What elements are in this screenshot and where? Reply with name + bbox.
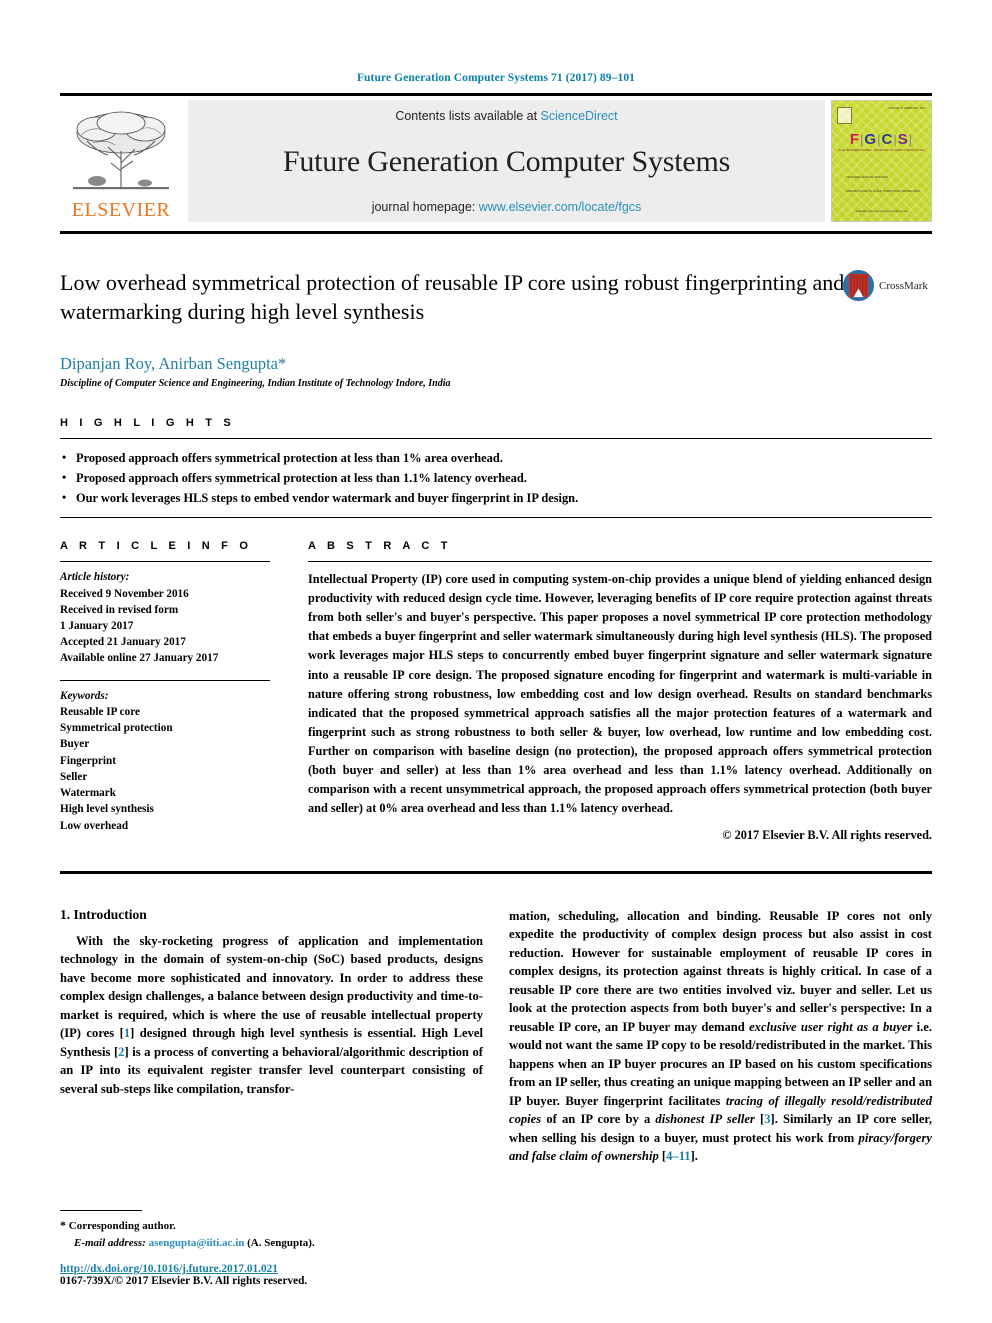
corresponding-author-marker: * — [277, 354, 287, 373]
abstract-heading: A B S T R A C T — [308, 540, 452, 553]
title-block: Low overhead symmetrical protection of r… — [60, 269, 932, 339]
affiliation: Discipline of Computer Science and Engin… — [60, 378, 451, 389]
journal-band: Contents lists available at ScienceDirec… — [188, 100, 825, 222]
email-label: E-mail address: — [74, 1236, 146, 1249]
abstract-rule — [308, 561, 932, 563]
keyword-item: Watermark — [60, 787, 116, 800]
email-link[interactable]: asengupta@iiti.ac.in — [149, 1237, 245, 1249]
page-title: Low overhead symmetrical protection of r… — [60, 270, 845, 324]
cover-top-row: VOLUME 71 FEBRUARY 2017 — [837, 107, 926, 124]
history-item: Available online 27 January 2017 — [60, 652, 219, 665]
contents-line: Contents lists available at ScienceDirec… — [395, 109, 617, 123]
abstract-copyright: © 2017 Elsevier B.V. All rights reserved… — [722, 827, 932, 842]
info-abstract-section: A R T I C L E I N F O Article history: R… — [60, 540, 932, 843]
elsevier-wordmark: ELSEVIER — [71, 199, 171, 221]
journal-masthead: ELSEVIER Contents lists available at Sci… — [60, 100, 932, 222]
homepage-line: journal homepage: www.elsevier.com/locat… — [372, 200, 642, 214]
body-top-rule — [60, 870, 932, 874]
cover-bottom-text: Available online at www.sciencedirect.co… — [855, 208, 908, 213]
article-info-column: A R T I C L E I N F O Article history: R… — [60, 540, 270, 843]
doi-block: http://dx.doi.org/10.1016/j.future.2017.… — [60, 1263, 483, 1287]
homepage-prefix: journal homepage: — [371, 200, 479, 214]
footnote-corresponding-text: Corresponding author. — [68, 1220, 176, 1232]
doi-link[interactable]: http://dx.doi.org/10.1016/j.future.2017.… — [60, 1263, 483, 1275]
crossmark-icon — [842, 269, 875, 302]
elsevier-tree-icon — [73, 111, 169, 190]
abstract-column: A B S T R A C T Intellectual Property (I… — [308, 540, 932, 843]
section-heading-introduction: 1. Introduction — [60, 906, 147, 922]
article-info-rule — [60, 561, 270, 563]
keyword-item: Seller — [60, 770, 88, 783]
history-item: Accepted 21 January 2017 — [60, 636, 186, 649]
masthead-top-rule — [60, 93, 932, 96]
emphasis-exclusive-user-right: exclusive user right as a buyer — [749, 1019, 913, 1034]
article-page: Future Generation Computer Systems 71 (2… — [0, 0, 992, 1323]
masthead-bottom-rule — [60, 231, 932, 234]
article-history-label: Article history: — [60, 571, 130, 584]
article-info-heading: A R T I C L E I N F O — [60, 540, 253, 553]
highlights-list: Proposed approach offers symmetrical pro… — [60, 439, 932, 517]
intro-part-2a: mation, scheduling, allocation and bindi… — [509, 908, 932, 1034]
body-columns: 1. Introduction With the sky-rocketing p… — [60, 907, 932, 1166]
footnote-star: * — [60, 1218, 66, 1232]
citation-ref-4-11[interactable]: 4–11 — [666, 1149, 691, 1163]
list-item: Proposed approach offers symmetrical pro… — [60, 447, 932, 468]
keyword-item: Reusable IP core — [60, 705, 140, 718]
body-right-column: mation, scheduling, allocation and bindi… — [509, 907, 932, 1166]
cover-acronym: F|G|C|S| — [849, 131, 914, 148]
highlights-bottom-rule — [60, 517, 932, 519]
history-item: 1 January 2017 — [60, 619, 134, 632]
contents-prefix: Contents lists available at — [395, 109, 541, 123]
journal-cover-thumbnail: VOLUME 71 FEBRUARY 2017 F|G|C|S| THE INT… — [831, 100, 932, 222]
intro-part-1a: With the sky-rocketing progress of appli… — [60, 933, 483, 1041]
keyword-item: High level synthesis — [60, 803, 154, 816]
highlights-section: H I G H L I G H T S Proposed approach of… — [60, 417, 932, 519]
keyword-item: Low overhead — [60, 819, 129, 832]
journal-title: Future Generation Computer Systems — [282, 144, 731, 178]
issn-copyright-line: 0167-739X/© 2017 Elsevier B.V. All right… — [60, 1275, 308, 1287]
keyword-item: Buyer — [60, 738, 90, 751]
intro-part-2f: [ — [658, 1149, 667, 1164]
cover-block-a: FEATURED ARTICLE GRID 2016 — [846, 175, 889, 179]
intro-part-2g: ]. — [690, 1149, 698, 1164]
journal-homepage-link[interactable]: www.elsevier.com/locate/fgcs — [479, 200, 642, 214]
footnote-email-line: E-mail address: asengupta@iiti.ac.in (A.… — [60, 1235, 483, 1252]
running-head: Future Generation Computer Systems 71 (2… — [356, 72, 636, 84]
crossmark-label: CrossMark — [879, 279, 928, 292]
history-item: Received in revised form — [60, 603, 179, 616]
history-item: Received 9 November 2016 — [60, 587, 189, 600]
author-list: Dipanjan Roy, Anirban Sengupta* — [60, 354, 932, 374]
footnote-area: * Corresponding author. E-mail address: … — [60, 1210, 483, 1287]
cover-issn-text: VOLUME 71 FEBRUARY 2017 — [887, 107, 926, 110]
highlights-heading: H I G H L I G H T S — [60, 417, 235, 429]
cover-tagline: THE INTERNATIONAL JOURNAL OF GRID COMPUT… — [838, 148, 925, 152]
emphasis-dishonest-seller: dishonest IP seller — [655, 1112, 755, 1127]
cover-block-b: SPECIAL ISSUE ON CLOUD COMPUTING AND BIG… — [846, 189, 921, 193]
intro-part-2c: of an IP core by a — [541, 1112, 656, 1127]
body-left-column: 1. Introduction With the sky-rocketing p… — [60, 907, 483, 1166]
footnote-separator — [60, 1210, 142, 1211]
author-names: Dipanjan Roy, Anirban Sengupta — [60, 354, 278, 373]
cover-badge-icon — [837, 107, 852, 124]
list-item: Our work leverages HLS steps to embed ve… — [60, 488, 932, 508]
intro-part-2d: [ — [754, 1112, 765, 1127]
keyword-item: Fingerprint — [60, 754, 116, 767]
keywords-list: Keywords: Reusable IP core Symmetrical p… — [60, 688, 270, 834]
list-item: Proposed approach offers symmetrical pro… — [60, 468, 932, 488]
keywords-rule — [60, 679, 270, 681]
sciencedirect-link[interactable]: ScienceDirect — [541, 109, 618, 123]
intro-paragraph-right: mation, scheduling, allocation and bindi… — [509, 907, 932, 1166]
crossmark-badge[interactable]: CrossMark — [842, 269, 932, 302]
article-history: Article history: Received 9 November 201… — [60, 569, 270, 666]
elsevier-logo: ELSEVIER — [60, 100, 182, 222]
intro-part-1c: ] is a process of converting a behaviora… — [60, 1044, 483, 1096]
abstract-text: Intellectual Property (IP) core used in … — [308, 572, 932, 815]
intro-paragraph-left: With the sky-rocketing progress of appli… — [60, 932, 483, 1099]
keywords-label: Keywords: — [60, 689, 109, 702]
email-suffix: (A. Sengupta). — [247, 1236, 315, 1249]
keyword-item: Symmetrical protection — [60, 722, 173, 735]
footnote-corresponding: * Corresponding author. — [60, 1216, 483, 1235]
